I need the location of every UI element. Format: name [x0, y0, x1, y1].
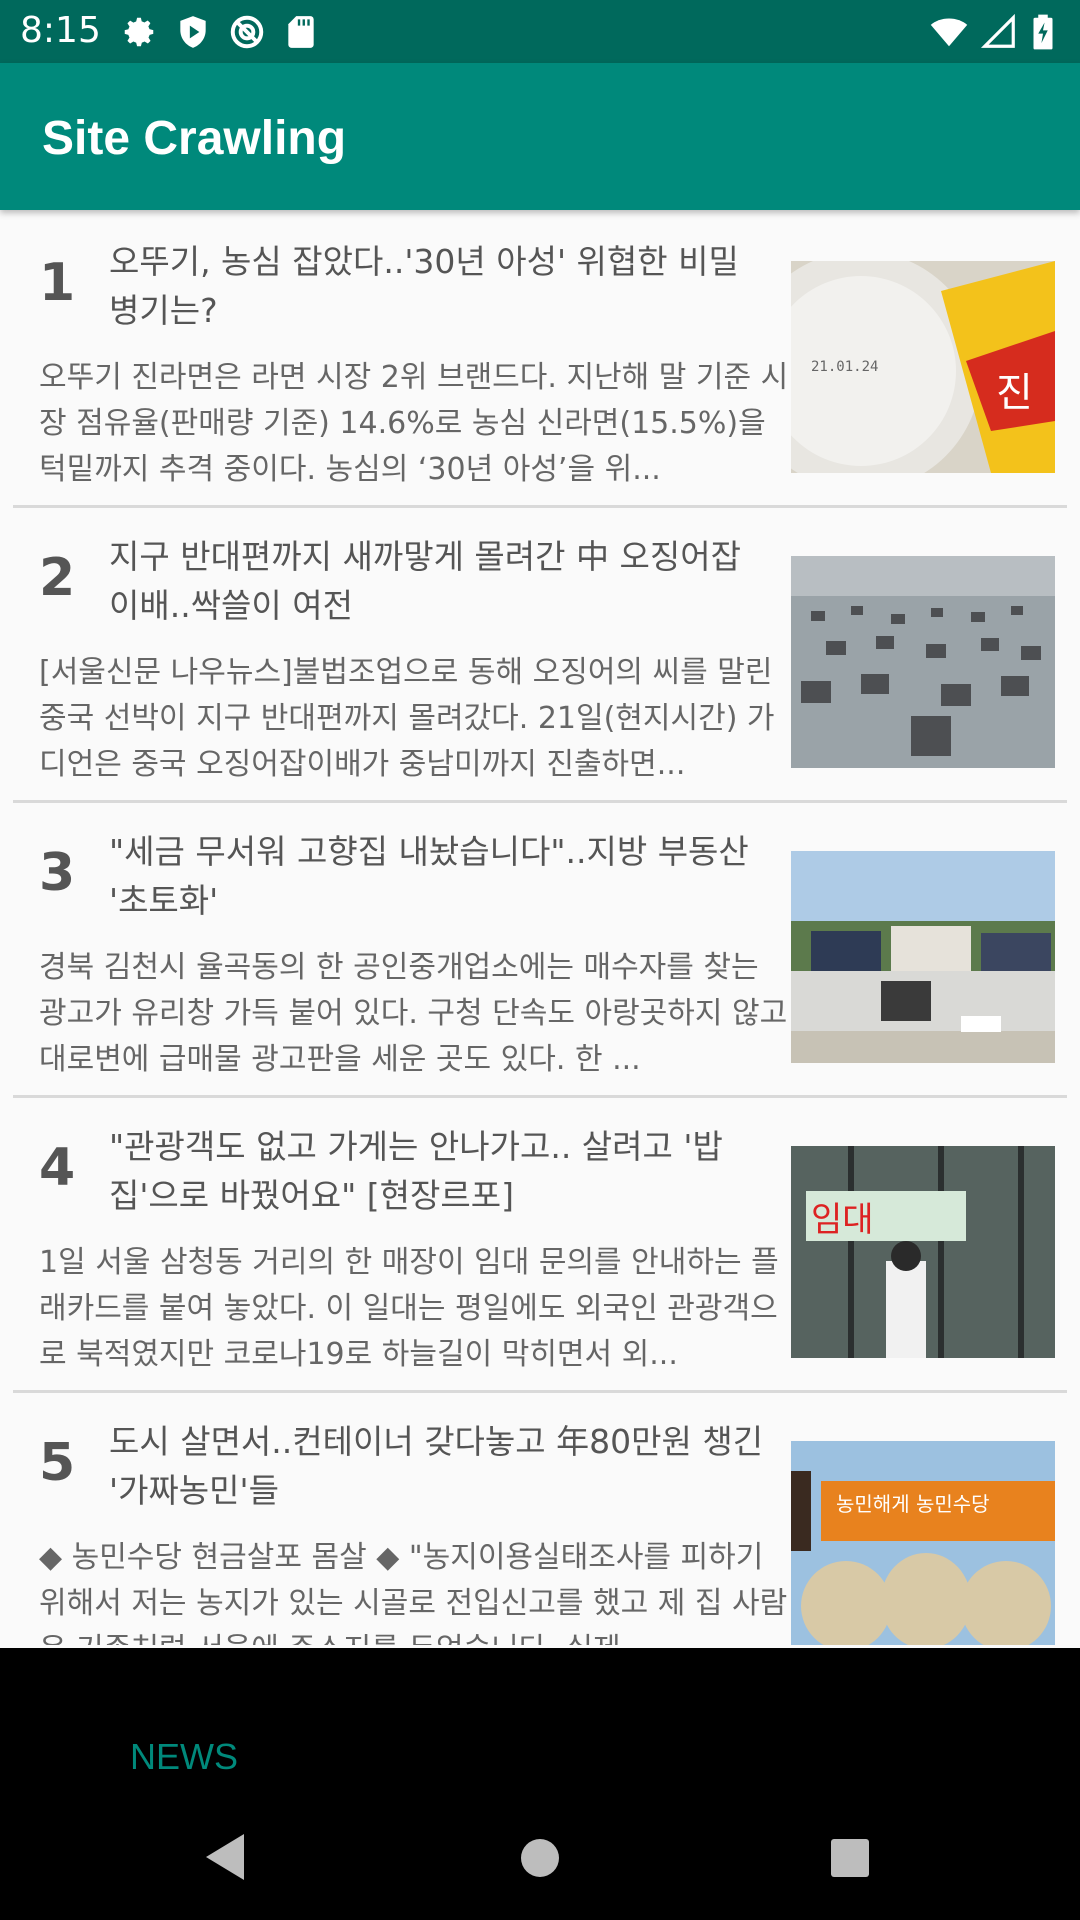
app-bar: Site Crawling: [0, 63, 1080, 210]
news-rank: 5: [39, 1433, 76, 1493]
news-summary: ◆ 농민수당 현금살포 몸살 ◆ "농지이용실태조사를 피하기 위해서 저는 농…: [39, 1540, 788, 1645]
news-item-2[interactable]: 2 지구 반대편까지 새까맣게 몰려간 中 오징어잡이배..싹쓸이 여전 [서울…: [13, 508, 1067, 803]
news-summary: [서울신문 나우뉴스]불법조업으로 동해 오징어의 씨를 말린 중국 선박이 지…: [39, 655, 775, 782]
news-list[interactable]: 1 오뚜기, 농심 잡았다..'30년 아성' 위협한 비밀 병기는? 오뚜기 …: [0, 213, 1080, 1645]
sd-card-icon: [282, 13, 320, 51]
news-title: "관광객도 없고 가게는 안나가고.. 살려고 '밥집'으로 바꿨어요" [현장…: [109, 1127, 723, 1215]
news-thumbnail-image: 농민해게 농민수당: [791, 1441, 1055, 1645]
news-item-5[interactable]: 5 도시 살면서..컨테이너 갖다놓고 年80만원 챙긴 '가짜농민'들 ◆ 농…: [13, 1393, 1067, 1645]
svg-text:임대: 임대: [811, 1200, 874, 1240]
shield-play-icon: [174, 13, 212, 51]
news-title: "세금 무서워 고향집 내놨습니다"..지방 부동산 '초토화': [109, 832, 749, 920]
status-bar: 8:15: [0, 0, 1080, 63]
news-summary: 경북 김천시 율곡동의 한 공인중개업소에는 매수자를 찾는 광고가 유리창 가…: [39, 950, 788, 1077]
news-thumbnail-image: 임대: [791, 1146, 1055, 1358]
settings-icon: [120, 13, 158, 51]
news-item-1[interactable]: 1 오뚜기, 농심 잡았다..'30년 아성' 위협한 비밀 병기는? 오뚜기 …: [13, 213, 1067, 508]
news-item-3[interactable]: 3 "세금 무서워 고향집 내놨습니다"..지방 부동산 '초토화' 경북 김천…: [13, 803, 1067, 1098]
news-thumbnail-image: [791, 851, 1055, 1063]
status-time: 8:15: [20, 10, 101, 51]
news-title: 오뚜기, 농심 잡았다..'30년 아성' 위협한 비밀 병기는?: [109, 242, 739, 330]
wifi-icon: [930, 13, 968, 51]
news-rank: 1: [39, 253, 76, 313]
news-thumbnail-image: [791, 556, 1055, 768]
signal-icon: [980, 13, 1018, 51]
navigation-bar: [0, 1788, 1080, 1920]
news-title: 지구 반대편까지 새까맣게 몰려간 中 오징어잡이배..싹쓸이 여전: [109, 537, 741, 625]
news-summary: 오뚜기 진라면은 라면 시장 2위 브랜드다. 지난해 말 기준 시장 점유율(…: [39, 360, 789, 487]
news-rank: 2: [39, 548, 76, 608]
app-title: Site Crawling: [42, 112, 347, 165]
svg-text:진: 진: [996, 370, 1033, 416]
news-item-4[interactable]: 4 "관광객도 없고 가게는 안나가고.. 살려고 '밥집'으로 바꿨어요" […: [13, 1098, 1067, 1393]
news-rank: 4: [39, 1138, 76, 1198]
news-title: 도시 살면서..컨테이너 갖다놓고 年80만원 챙긴 '가짜농민'들: [109, 1422, 764, 1510]
home-icon[interactable]: [520, 1838, 560, 1882]
at-sync-icon: [228, 13, 266, 51]
battery-icon: [1030, 13, 1068, 51]
back-icon[interactable]: [200, 1830, 250, 1888]
svg-text:21.01.24: 21.01.24: [811, 359, 878, 375]
svg-text:농민해게 농민수당: 농민해게 농민수당: [836, 1492, 990, 1516]
news-summary: 1일 서울 삼청동 거리의 한 매장이 임대 문의를 안내하는 플래카드를 붙여…: [39, 1245, 779, 1372]
news-rank: 3: [39, 843, 76, 903]
tab-news[interactable]: NEWS: [130, 1736, 238, 1778]
news-thumbnail-image: 진 21.01.24: [791, 261, 1055, 473]
recent-apps-icon[interactable]: [830, 1838, 870, 1882]
